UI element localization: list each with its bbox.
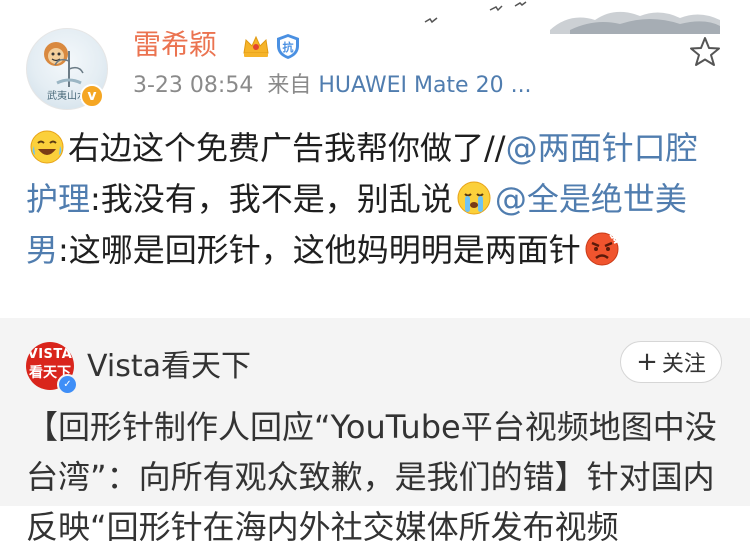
laughing-tears-emoji	[30, 130, 64, 164]
vip-crown-icon[interactable]	[241, 33, 271, 59]
repost-author[interactable]: Vista看天下	[87, 348, 251, 386]
source-device[interactable]: HUAWEI Mate 20 ...	[318, 73, 531, 98]
follow-button[interactable]: + 关注	[620, 341, 722, 383]
source-prefix: 来自	[267, 73, 312, 98]
ink-bamboo-icon	[54, 51, 84, 87]
repost-card[interactable]: VISTA 看天下 ✓ Vista看天下 + 关注 【回形针制作人回应“YouT…	[0, 318, 750, 546]
post-timestamp: 3-23 08:54	[133, 73, 254, 98]
weibo-post: 武夷山水 v 雷希颖 抗 3-23 08:54 来自 HUAWEI Mate 20…	[0, 0, 750, 318]
svg-text:抗: 抗	[283, 40, 294, 54]
follow-label: 关注	[661, 352, 706, 377]
post-meta: 3-23 08:54 来自 HUAWEI Mate 20 ...	[133, 71, 532, 101]
repost-content: 【回形针制作人回应“YouTube平台视频地图中没台湾”：向所有观众致歉，是我们…	[26, 408, 717, 546]
anti-virus-shield-icon[interactable]: 抗	[274, 32, 302, 60]
verified-check-icon: ✓	[57, 374, 78, 395]
verified-badge: v	[80, 84, 104, 108]
repost-avatar-line1: VISTA	[27, 347, 73, 362]
content-text-1: 右边这个免费广告我帮你做了//	[68, 129, 506, 167]
angry-emoji	[585, 232, 619, 266]
crying-emoji	[457, 181, 491, 215]
landscape-decoration	[424, 1, 720, 34]
post-content: 右边这个免费广告我帮你做了//@两面针口腔护理:我没有，我不是，别乱说 @全是绝…	[26, 123, 726, 276]
content-text-2: :我没有，我不是，别乱说	[90, 180, 453, 218]
username[interactable]: 雷希颖	[133, 27, 217, 63]
star-icon[interactable]	[688, 35, 722, 69]
content-text-3: :这哪是回形针，这他妈明明是两面针	[58, 231, 581, 269]
plus-icon: +	[636, 347, 658, 377]
